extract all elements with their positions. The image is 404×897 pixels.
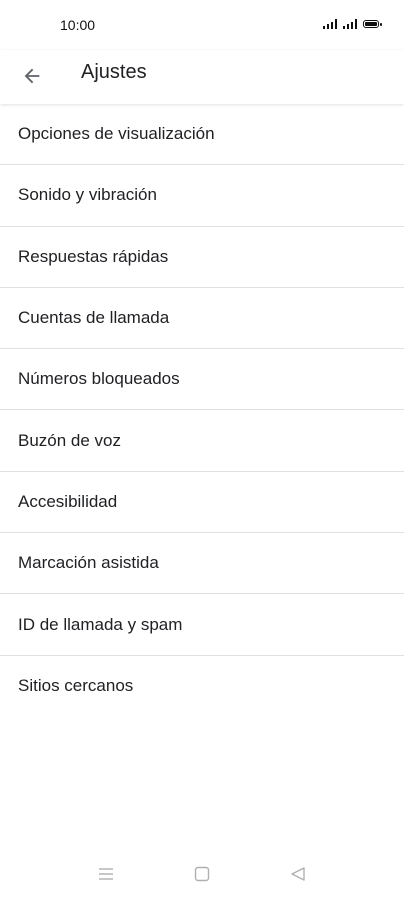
settings-item-label: Marcación asistida	[18, 553, 159, 573]
status-time: 10:00	[60, 17, 96, 33]
page-title: Ajustes	[81, 61, 147, 83]
settings-item-accessibility[interactable]: Accesibilidad	[0, 472, 404, 534]
back-button[interactable]	[12, 56, 52, 96]
nav-back-button[interactable]	[286, 862, 310, 886]
settings-list: Opciones de visualización Sonido y vibra…	[0, 104, 404, 717]
navigation-bar	[0, 850, 404, 897]
battery-icon	[363, 20, 382, 28]
back-triangle-icon	[291, 867, 305, 881]
app-bar: Ajustes	[0, 50, 404, 104]
menu-icon	[99, 868, 113, 880]
settings-item-label: Cuentas de llamada	[18, 308, 170, 328]
settings-item-nearby-places[interactable]: Sitios cercanos	[0, 656, 404, 717]
settings-item-label: ID de llamada y spam	[18, 614, 183, 634]
settings-item-blocked-numbers[interactable]: Números bloqueados	[0, 349, 404, 411]
signal-icon	[343, 19, 357, 29]
settings-item-label: Opciones de visualización	[18, 124, 215, 144]
settings-item-label: Números bloqueados	[18, 369, 180, 389]
signal-icon	[323, 19, 337, 29]
settings-item-calling-accounts[interactable]: Cuentas de llamada	[0, 288, 404, 350]
nav-menu-button[interactable]	[94, 862, 118, 886]
settings-item-label: Buzón de voz	[18, 430, 122, 450]
status-icons	[323, 19, 382, 29]
arrow-back-icon	[24, 68, 40, 84]
home-icon	[194, 866, 210, 882]
settings-item-caller-id-spam[interactable]: ID de llamada y spam	[0, 594, 404, 656]
settings-item-quick-responses[interactable]: Respuestas rápidas	[0, 227, 404, 288]
settings-item-label: Sitios cercanos	[18, 676, 134, 696]
settings-item-assisted-dialing[interactable]: Marcación asistida	[0, 533, 404, 595]
settings-item-sound-vibration[interactable]: Sonido y vibración	[0, 165, 404, 227]
nav-home-button[interactable]	[190, 862, 214, 886]
settings-screen: 10:00 Ajustes Opciones de visualización …	[0, 0, 404, 897]
settings-item-label: Sonido y vibración	[18, 185, 157, 205]
settings-item-label: Accesibilidad	[18, 491, 118, 511]
settings-item-display-options[interactable]: Opciones de visualización	[0, 104, 404, 166]
settings-item-voicemail[interactable]: Buzón de voz	[0, 410, 404, 472]
status-bar: 10:00	[0, 0, 404, 50]
settings-item-label: Respuestas rápidas	[18, 246, 169, 266]
